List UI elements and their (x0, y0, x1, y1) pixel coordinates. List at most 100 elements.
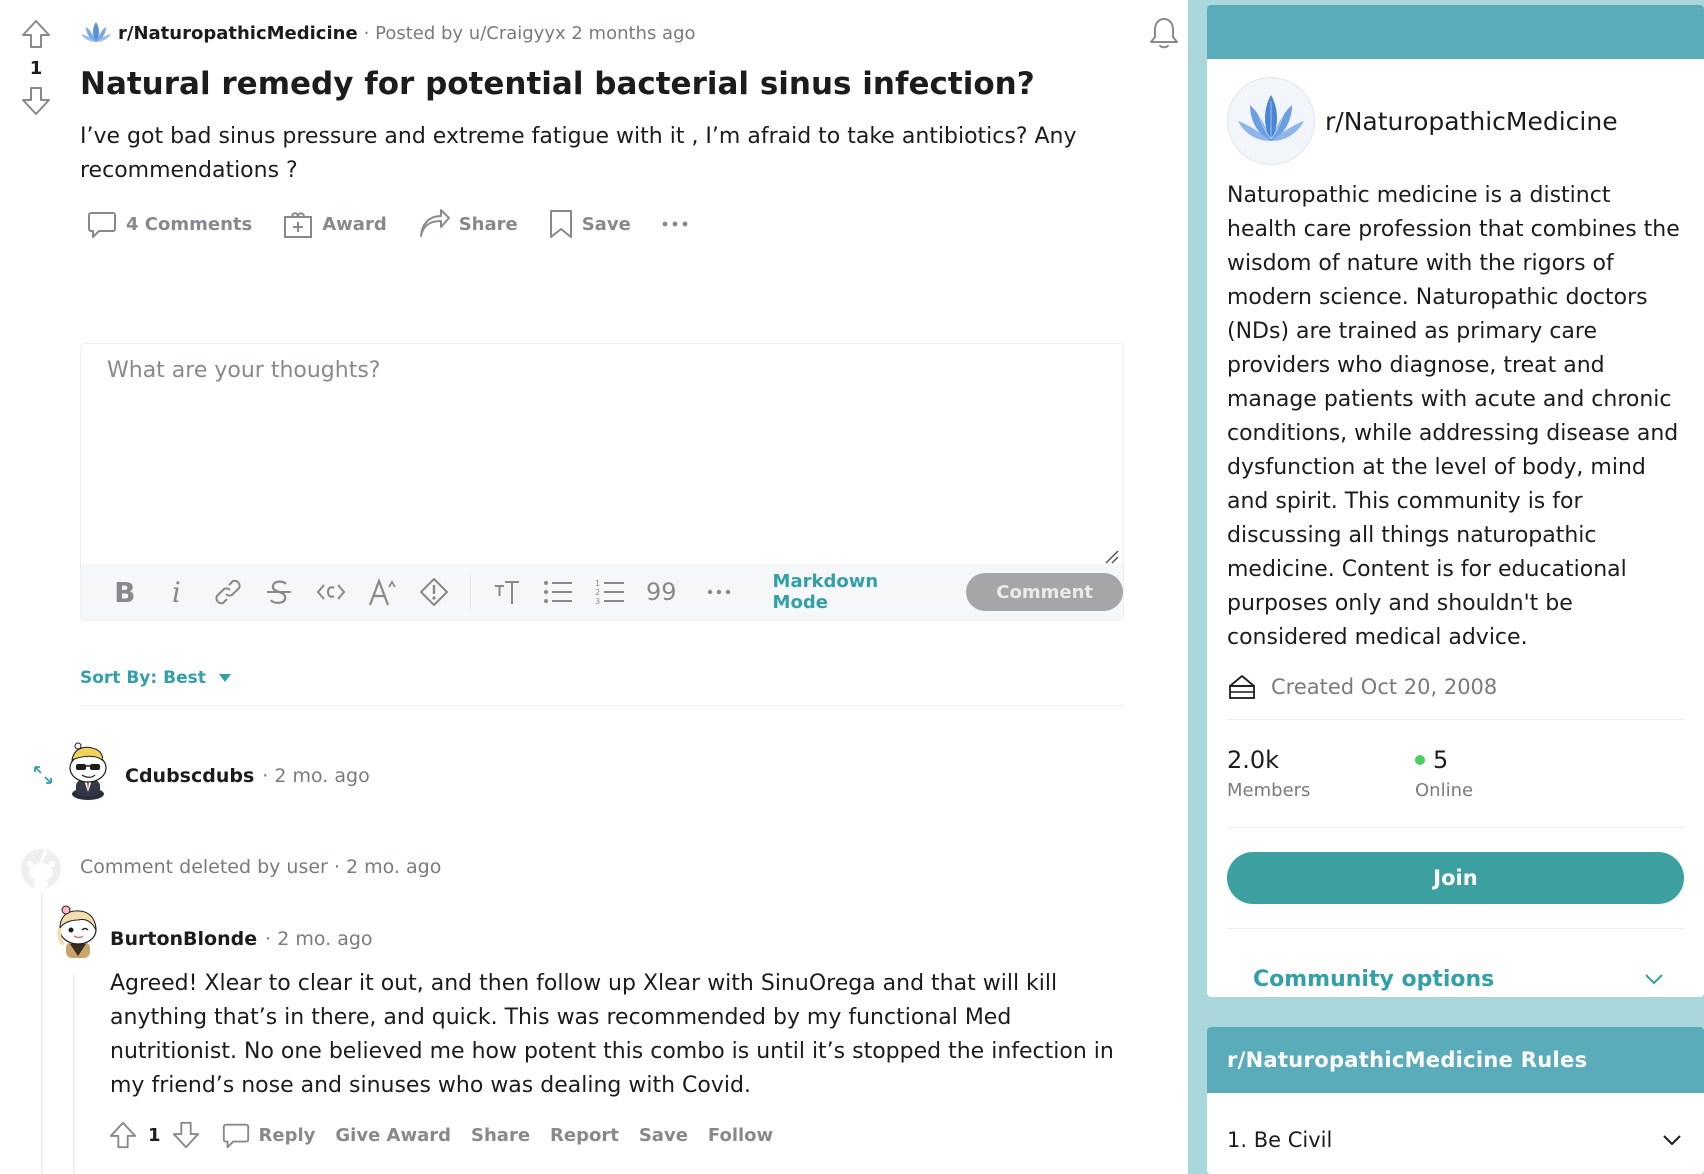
markdown-mode-button[interactable]: Markdown Mode (773, 571, 939, 613)
share-arrow-icon (417, 208, 451, 240)
about-community-card: r/NaturopathicMedicine Naturopathic medi… (1207, 5, 1704, 997)
comment-bubble-icon (221, 1120, 251, 1150)
online-label: Online (1415, 780, 1474, 801)
heading-button[interactable] (481, 578, 533, 606)
join-button[interactable]: Join (1227, 852, 1684, 904)
share-button[interactable]: Share (471, 1125, 530, 1146)
rules-card: r/NaturopathicMedicine Rules 1. Be Civil (1207, 1027, 1704, 1174)
online-value-row: 5 (1415, 746, 1603, 774)
comment-header-cdubscdubs: Cdubscdubs · 2 mo. ago (125, 765, 370, 787)
link-button[interactable] (202, 577, 254, 607)
lotus-community-logo[interactable] (1227, 77, 1315, 165)
share-label: Share (458, 213, 518, 235)
comment-header-burtonblonde: BurtonBlonde · 2 mo. ago (110, 928, 373, 950)
comment-bubble-icon (86, 208, 118, 240)
subreddit-link[interactable]: r/NaturopathicMedicine (118, 23, 358, 44)
award-label: Award (322, 213, 387, 235)
caret-down-icon (218, 673, 232, 683)
thread-line[interactable] (73, 975, 75, 1174)
rules-title: r/NaturopathicMedicine Rules (1207, 1027, 1704, 1093)
give-award-button[interactable]: Give Award (335, 1125, 451, 1146)
more-formatting-button[interactable] (693, 587, 745, 597)
members-count: 2.0k (1227, 746, 1280, 774)
toolbar-divider (469, 574, 471, 610)
online-dot-icon (1415, 755, 1425, 765)
comment-author[interactable]: BurtonBlonde (110, 928, 257, 950)
members-label: Members (1227, 780, 1311, 801)
bell-notification-icon[interactable] (1148, 16, 1180, 50)
svg-text:3: 3 (595, 597, 600, 606)
upvote-arrow-icon[interactable] (108, 1120, 138, 1150)
quote-icon: 99 (645, 578, 677, 606)
reply-button[interactable]: Reply (221, 1120, 316, 1150)
post-title[interactable]: Natural remedy for potential bacterial s… (80, 64, 1140, 104)
editor-toolbar: B i 123 99 Markdown Mode Comment (81, 564, 1123, 620)
bulleted-list-button[interactable] (532, 579, 584, 605)
post-score: 1 (29, 58, 43, 79)
chevron-down-icon (1662, 1134, 1682, 1146)
reply-label: Reply (258, 1124, 316, 1146)
downvote-arrow-icon[interactable] (171, 1120, 201, 1150)
deleted-comment-header: Comment deleted by user · 2 mo. ago (80, 856, 441, 878)
more-dots-icon (706, 587, 732, 597)
svg-text:2: 2 (595, 588, 600, 597)
community-header: r/NaturopathicMedicine (1227, 77, 1704, 165)
more-dots-icon (661, 219, 689, 229)
code-brackets-icon (316, 582, 346, 602)
comment-submit-button[interactable]: Comment (966, 573, 1123, 611)
thread-line[interactable] (41, 893, 43, 1174)
italic-button[interactable]: i (151, 576, 203, 609)
bullet-list-icon (543, 579, 573, 605)
downvote-arrow-icon[interactable] (18, 85, 54, 117)
share-button[interactable]: Share (417, 208, 518, 240)
members-stat: 2.0k Members (1227, 746, 1415, 801)
cake-icon (1227, 673, 1257, 701)
upvote-arrow-icon[interactable] (18, 18, 54, 50)
chevron-down-icon (1644, 973, 1664, 985)
svg-text:1: 1 (595, 579, 600, 588)
superscript-button[interactable] (357, 577, 409, 607)
card-header-band (1207, 5, 1704, 59)
spoiler-button[interactable] (408, 577, 460, 607)
post-actions: 4 Comments Award Share Save (86, 208, 1140, 240)
comments-count: 4 Comments (126, 213, 253, 235)
bold-button[interactable]: B (99, 576, 151, 609)
rule-label: 1. Be Civil (1227, 1128, 1333, 1152)
sort-dropdown[interactable]: Sort By: Best (80, 668, 232, 688)
more-options-button[interactable] (661, 219, 689, 229)
comment-time[interactable]: · 2 mo. ago (262, 765, 369, 787)
online-count: 5 (1433, 746, 1449, 774)
save-button[interactable]: Save (548, 208, 631, 240)
resize-handle-icon[interactable] (1103, 548, 1119, 564)
comments-button[interactable]: 4 Comments (86, 208, 252, 240)
comment-placeholder[interactable]: What are your thoughts? (107, 358, 380, 383)
award-button[interactable]: Award (282, 208, 387, 240)
community-options-toggle[interactable]: Community options (1253, 929, 1664, 997)
comment-author[interactable]: Cdubscdubs (125, 765, 254, 787)
expand-thread-icon[interactable] (32, 764, 54, 786)
spoiler-alert-icon (419, 577, 449, 607)
numbered-list-button[interactable]: 123 (584, 578, 636, 606)
lotus-subreddit-icon[interactable] (80, 18, 112, 48)
comment-time[interactable]: · 2 mo. ago (334, 856, 441, 878)
comment-editor[interactable]: What are your thoughts? B i 1 2 3 99 Mar… (80, 343, 1124, 621)
comment-time[interactable]: · 2 mo. ago (265, 928, 372, 950)
quote-block-button[interactable]: 99 (635, 578, 687, 606)
strikethrough-button[interactable] (254, 578, 306, 606)
snoo-blonde-avatar[interactable] (52, 902, 104, 962)
report-button[interactable]: Report (550, 1125, 619, 1146)
inline-code-button[interactable] (305, 582, 357, 602)
online-stat: 5 Online (1415, 746, 1603, 801)
numbered-list-icon: 123 (595, 578, 625, 606)
save-button[interactable]: Save (639, 1125, 688, 1146)
posted-by[interactable]: · Posted by u/Craigyyx 2 months ago (364, 23, 696, 44)
link-icon (215, 577, 241, 607)
snoo-sunglasses-avatar[interactable] (62, 740, 114, 800)
created-date: Created Oct 20, 2008 (1227, 673, 1704, 701)
community-name[interactable]: r/NaturopathicMedicine (1325, 107, 1618, 136)
follow-button[interactable]: Follow (708, 1125, 773, 1146)
bookmark-icon (548, 208, 574, 240)
rule-item[interactable]: 1. Be Civil (1227, 1093, 1682, 1174)
created-text: Created Oct 20, 2008 (1271, 675, 1498, 699)
deleted-user-avatar-icon (20, 848, 62, 890)
